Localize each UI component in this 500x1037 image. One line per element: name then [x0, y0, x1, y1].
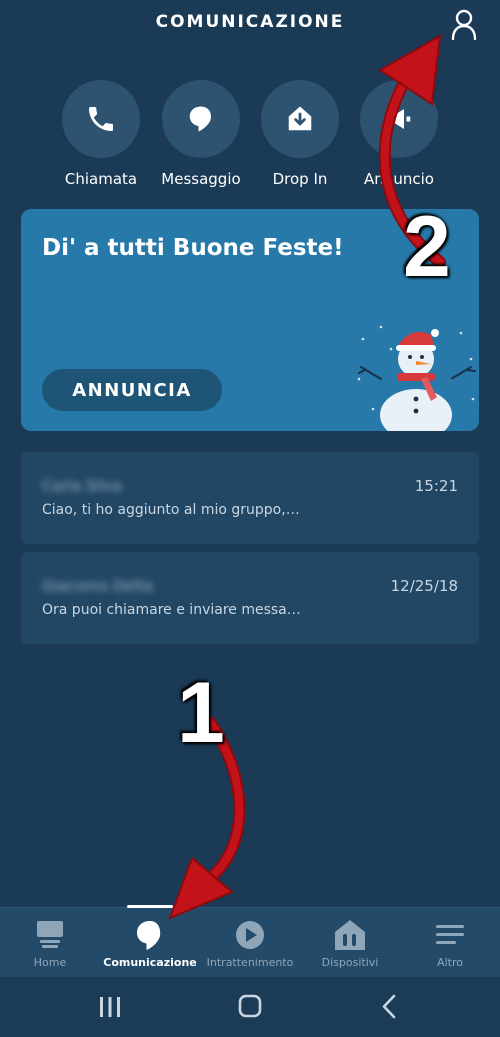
play-icon [236, 921, 264, 949]
tab-label: Altro [437, 956, 463, 969]
drop-in-action[interactable]: Drop In [245, 80, 355, 188]
tab-entertainment[interactable]: Intrattenimento [200, 908, 300, 978]
step-1-label: 1 [177, 665, 225, 761]
announce-button[interactable] [360, 80, 438, 158]
app-header: COMUNICAZIONE [0, 0, 500, 48]
tab-devices[interactable]: Dispositivi [300, 908, 400, 978]
page-title: COMUNICAZIONE [155, 12, 345, 32]
tab-label: Dispositivi [321, 956, 379, 969]
call-button[interactable] [62, 80, 140, 158]
message-preview: Ciao, ti ho aggiunto al mio gruppo,… [42, 502, 300, 518]
recent-apps-icon[interactable] [90, 991, 130, 1023]
contact-name: Giacomo Delta [42, 577, 153, 595]
message-time: 12/25/18 [390, 577, 458, 595]
announce-promo-button[interactable]: ANNUNCIA [42, 369, 222, 411]
tab-label: Intrattenimento [206, 956, 294, 969]
snowman-illustration [357, 325, 476, 431]
drop-in-button[interactable] [261, 80, 339, 158]
drop-in-icon [288, 106, 312, 131]
contact-name: Carla Silva [42, 477, 122, 495]
person-icon [451, 9, 477, 41]
speech-bubble-icon [137, 921, 161, 950]
tab-more[interactable]: Altro [400, 908, 500, 978]
back-icon[interactable] [370, 991, 410, 1023]
menu-icon [436, 925, 464, 944]
tab-label: Comunicazione [103, 956, 197, 969]
home-nav-icon[interactable] [230, 991, 270, 1023]
message-button[interactable] [162, 80, 240, 158]
devices-icon [335, 920, 365, 950]
announce-action[interactable]: Annuncio [344, 80, 454, 188]
step-2-label: 2 [403, 199, 451, 295]
tab-label: Home [33, 956, 67, 969]
tab-home[interactable]: Home [0, 908, 100, 978]
conversation-item[interactable]: Giacomo Delta 12/25/18 Ora puoi chiamare… [21, 552, 479, 644]
message-time: 15:21 [414, 477, 458, 495]
megaphone-icon [387, 109, 411, 129]
profile-button[interactable] [446, 6, 482, 42]
message-preview: Ora puoi chiamare e inviare messa… [42, 602, 301, 618]
home-device-icon [37, 921, 63, 948]
call-label: Chiamata [64, 170, 138, 188]
tab-communication[interactable]: Comunicazione [100, 908, 200, 978]
message-label: Messaggio [161, 170, 241, 188]
bottom-tab-bar: Home Comunicazione Intrattenimento Dispo… [0, 905, 500, 978]
promo-title: Di' a tutti Buone Feste! [42, 235, 344, 261]
speech-bubble-icon [189, 106, 211, 132]
conversation-item[interactable]: Carla Silva 15:21 Ciao, ti ho aggiunto a… [21, 452, 479, 544]
phone-icon [89, 107, 113, 131]
call-action[interactable]: Chiamata [46, 80, 156, 188]
announce-label: Annuncio [364, 170, 434, 188]
drop-in-label: Drop In [272, 170, 328, 188]
quick-actions: Chiamata Messaggio Drop In Annuncio [0, 80, 500, 190]
system-navigation-bar [0, 977, 500, 1037]
message-action[interactable]: Messaggio [146, 80, 256, 188]
